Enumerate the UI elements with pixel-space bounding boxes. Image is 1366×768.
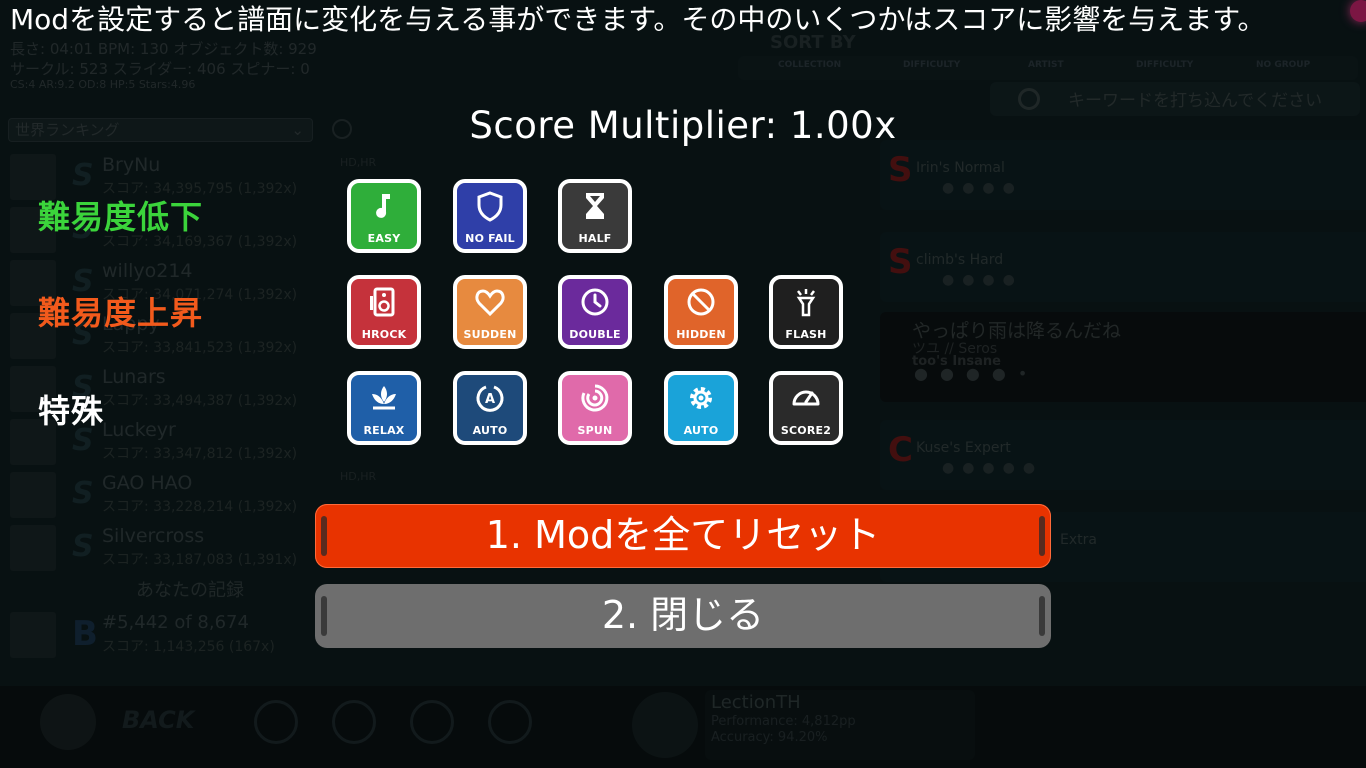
mod-easy-button[interactable]: EASY (347, 179, 421, 253)
mod-no-fail-button[interactable]: NO FAIL (453, 179, 527, 253)
close-button[interactable]: 2. 閉じる (315, 584, 1051, 648)
category-difficulty-increase: 難易度上昇 (38, 294, 204, 332)
mod-label: HALF (578, 232, 612, 245)
score-multiplier: Score Multiplier: 1.00x (469, 104, 897, 147)
mod-label: EASY (367, 232, 401, 245)
shield-icon (477, 191, 503, 222)
svg-text:A: A (485, 392, 495, 407)
spinner-icon (581, 384, 609, 412)
mod-hidden-button[interactable]: HIDDEN (664, 275, 738, 349)
button-edge-right (1039, 596, 1045, 636)
mod-label: NO FAIL (465, 232, 515, 245)
mod-label: HIDDEN (676, 328, 726, 341)
mod-auto-button[interactable]: AUTO (664, 371, 738, 445)
mod-label: RELAX (363, 424, 405, 437)
category-difficulty-reduction: 難易度低下 (38, 198, 204, 236)
mod-label: DOUBLE (569, 328, 621, 341)
mod-label: SPUN (577, 424, 613, 437)
mod-label: SCORE2 (780, 424, 832, 437)
gauge-icon (792, 390, 820, 406)
mod-sudden-button[interactable]: SUDDEN (453, 275, 527, 349)
mod-relax-button[interactable]: RELAX (347, 371, 421, 445)
auto-circle-icon: A (476, 385, 504, 412)
reset-mods-button[interactable]: 1. Modを全てリセット (315, 504, 1051, 568)
mod-flash-button[interactable]: FLASH (769, 275, 843, 349)
close-label: 2. 閉じる (601, 593, 765, 637)
reset-mods-label: 1. Modを全てリセット (485, 513, 881, 557)
heart-icon (475, 289, 505, 317)
hourglass-icon (586, 193, 604, 219)
mod-label: HROCK (361, 328, 407, 341)
mod-auto-pilot-button[interactable]: A AUTO (453, 371, 527, 445)
gear-icon (690, 387, 712, 409)
mod-score-v2-button[interactable]: SCORE2 (769, 371, 843, 445)
category-special: 特殊 (38, 392, 105, 430)
clock-icon (581, 288, 609, 316)
mod-label: AUTO (683, 424, 719, 437)
mod-label: AUTO (472, 424, 508, 437)
flashlight-icon (796, 289, 816, 317)
mod-spun-out-button[interactable]: SPUN (558, 371, 632, 445)
lotus-icon (372, 386, 396, 410)
button-edge-left (321, 516, 327, 556)
mod-label: FLASH (785, 328, 827, 341)
mod-hint-text: Modを設定すると譜面に変化を与える事ができます。その中のいくつかはスコアに影響… (10, 3, 1266, 36)
mod-half-button[interactable]: HALF (558, 179, 632, 253)
eye-off-icon (687, 288, 715, 316)
mod-label: SUDDEN (463, 328, 517, 341)
mod-double-button[interactable]: DOUBLE (558, 275, 632, 349)
mod-hrock-button[interactable]: HROCK (347, 275, 421, 349)
button-edge-left (321, 596, 327, 636)
button-edge-right (1039, 516, 1045, 556)
music-note-icon (376, 194, 390, 218)
speaker-icon (370, 287, 395, 317)
